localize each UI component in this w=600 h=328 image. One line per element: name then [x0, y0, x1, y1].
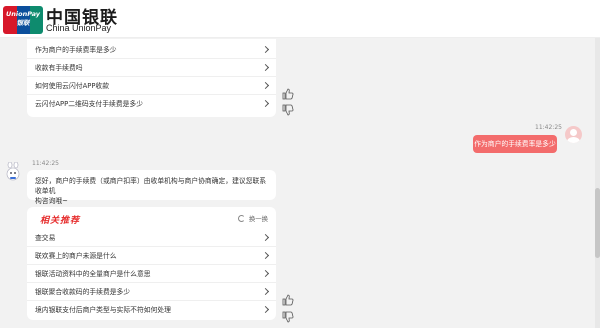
- recommendation-item[interactable]: 银联活动资料中的全量商户是什么意思: [27, 265, 276, 283]
- recommendation-label: 银联活动资料中的全量商户是什么意思: [35, 270, 151, 278]
- bot-answer-line2: 构咨询哦~: [35, 197, 68, 205]
- logo-badge-line1: UnionPay: [6, 10, 40, 18]
- recommendation-card: 相关推荐 换一换 查交易 联欢赛上的商户未源是什么 银联活动资料中的全量商户是什…: [27, 207, 276, 320]
- suggestion-card: 作为商户的手续费率是多少 收款有手续费吗 如何使用云闪付APP收款 云闪付APP…: [27, 39, 276, 117]
- thumbs-down-icon[interactable]: [282, 104, 294, 116]
- chevron-right-icon: [261, 305, 270, 314]
- bot-message-timestamp: 11:42:25: [32, 160, 59, 167]
- suggestion-item[interactable]: 收款有手续费吗: [27, 59, 276, 77]
- chevron-right-icon: [261, 81, 270, 90]
- suggestion-label: 作为商户的手续费率是多少: [35, 46, 117, 54]
- user-message-timestamp: 11:42:25: [535, 124, 562, 131]
- recommendation-header: 相关推荐 换一换: [27, 207, 276, 229]
- chevron-right-icon: [261, 269, 270, 278]
- suggestion-label: 收款有手续费吗: [35, 64, 83, 72]
- recommendation-label: 联欢赛上的商户未源是什么: [35, 252, 117, 260]
- recommendation-label: 银联聚合收款码的手续费是多少: [35, 288, 131, 296]
- thumbs-down-icon[interactable]: [282, 311, 294, 323]
- chevron-right-icon: [261, 287, 270, 296]
- chevron-right-icon: [261, 99, 270, 108]
- recommendation-item[interactable]: 联欢赛上的商户未源是什么: [27, 247, 276, 265]
- header: UnionPay 银联 中国银联 China UnionPay: [0, 0, 600, 38]
- user-avatar: [565, 126, 582, 143]
- suggestion-label: 云闪付APP二维码支付手续费是多少: [35, 100, 144, 108]
- chevron-right-icon: [261, 45, 270, 54]
- bot-avatar-icon: [6, 162, 20, 181]
- logo-badge-line2: 银联: [16, 19, 30, 27]
- suggestion-item[interactable]: 如何使用云闪付APP收款: [27, 77, 276, 95]
- bot-answer-bubble: 您好，商户的手续费（或商户扣率）由收单机构与商户协商确定，建议您联系收单机 构咨…: [27, 170, 276, 205]
- suggestion-label: 如何使用云闪付APP收款: [35, 82, 110, 90]
- suggestion-item[interactable]: 作为商户的手续费率是多少: [27, 41, 276, 59]
- suggestion-item[interactable]: 云闪付APP二维码支付手续费是多少: [27, 95, 276, 113]
- chevron-right-icon: [261, 63, 270, 72]
- recommendation-item[interactable]: 银联聚合收款码的手续费是多少: [27, 283, 276, 301]
- swap-label: 换一换: [248, 215, 268, 223]
- thumbs-up-icon[interactable]: [282, 294, 294, 306]
- refresh-icon: [237, 215, 245, 222]
- recommendation-item[interactable]: 查交易: [27, 229, 276, 247]
- logo-english-text: China UnionPay: [46, 23, 112, 33]
- chevron-right-icon: [261, 251, 270, 260]
- recommendation-label: 境内银联支付后商户类型与实际不符如何处理: [35, 306, 171, 314]
- scrollbar-thumb[interactable]: [595, 188, 600, 258]
- swap-button[interactable]: 换一换: [237, 214, 268, 223]
- user-message-bubble: 作为商户的手续费率是多少: [473, 135, 557, 153]
- unionpay-logo-badge: UnionPay 银联: [3, 6, 43, 34]
- scrollbar-track[interactable]: [595, 38, 600, 328]
- chevron-right-icon: [261, 233, 270, 242]
- recommendation-item[interactable]: 境内银联支付后商户类型与实际不符如何处理: [27, 301, 276, 319]
- bot-answer-line1: 您好，商户的手续费（或商户扣率）由收单机构与商户协商确定，建议您联系收单机: [35, 177, 267, 195]
- recommendation-title: 相关推荐: [40, 216, 81, 226]
- recommendation-label: 查交易: [35, 234, 56, 242]
- thumbs-up-icon[interactable]: [282, 88, 294, 100]
